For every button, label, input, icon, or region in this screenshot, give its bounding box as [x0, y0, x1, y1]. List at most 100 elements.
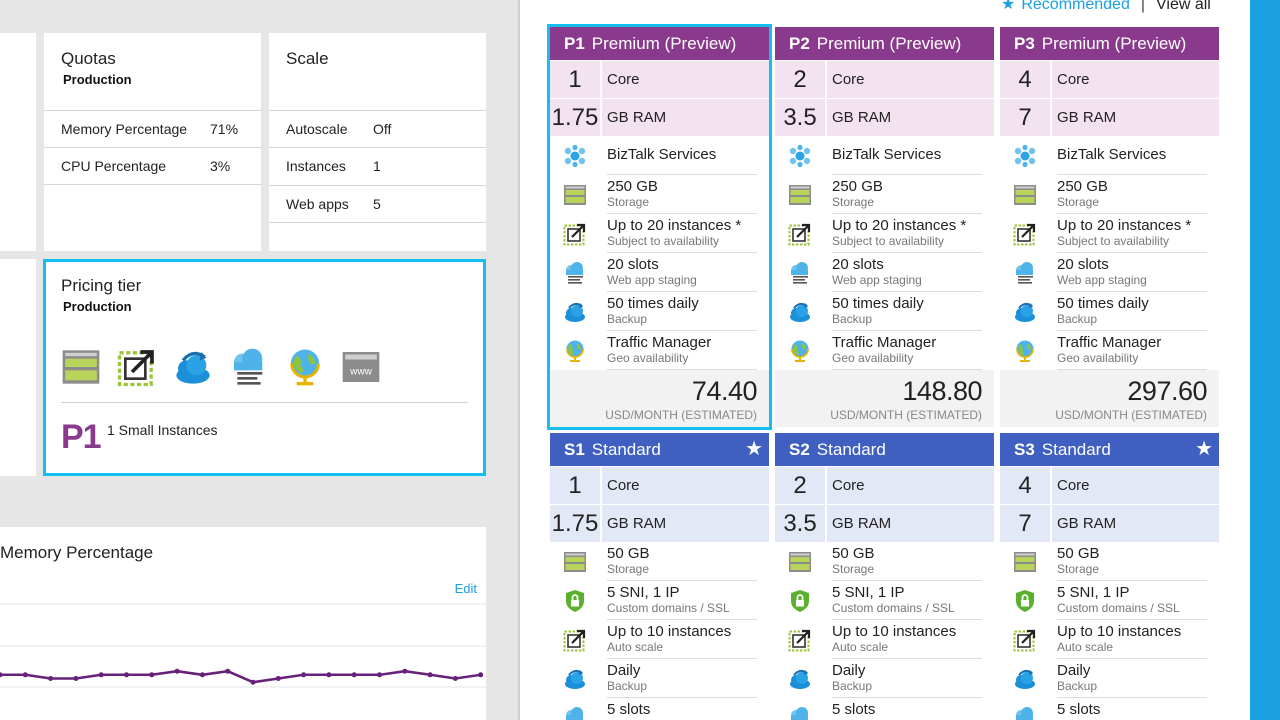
feature-subtitle: Backup — [832, 679, 873, 693]
feature-title: Daily — [832, 662, 866, 679]
scale-tile[interactable]: Scale Autoscale Off Instances 1 Web apps… — [269, 33, 486, 251]
chart-gridlines — [0, 603, 486, 688]
feature-title: Up to 20 instances * — [1057, 217, 1192, 234]
memory-data-point — [427, 672, 433, 678]
feature-title: Daily — [607, 662, 641, 679]
feature-row: 50 GB Storage — [1000, 542, 1219, 581]
feature-subtitle: Custom domains / SSL — [832, 601, 955, 615]
spec-value: 4 — [1018, 472, 1032, 499]
ssl-lock-icon — [1013, 589, 1037, 613]
spec-value: 7 — [1018, 510, 1032, 537]
scale-label: Web apps — [286, 196, 349, 212]
pricing-card-p2[interactable]: P2 Premium (Preview) 2 Core 3.5 GB RAM Bi… — [775, 27, 994, 427]
feature-subtitle: Storage — [832, 562, 875, 576]
spec-value: 1.75 — [551, 104, 599, 131]
tier-code: S2 — [789, 440, 810, 459]
spec-label: GB RAM — [832, 109, 892, 126]
spec-label: Core — [607, 477, 640, 494]
svg-text:www: www — [349, 367, 372, 378]
spec-row: 4 Core — [1000, 60, 1219, 98]
feature-row: 50 GB Storage — [550, 542, 769, 581]
feature-title: 20 slots — [607, 256, 659, 273]
scale-title: Scale — [286, 49, 329, 68]
feature-title: Up to 10 instances — [607, 623, 732, 640]
scale-out-icon — [563, 222, 587, 246]
globe-icon — [1013, 339, 1037, 363]
spec-divider — [600, 99, 602, 136]
partial-tile — [0, 33, 36, 251]
spec-label: Core — [832, 477, 865, 494]
feature-subtitle: Storage — [1057, 562, 1100, 576]
card-header: P1 Premium (Preview) — [550, 27, 769, 60]
pricing-card-s3[interactable]: S3 Standard ★ 4 Core 7 GB RAM 50 GB Stora… — [1000, 433, 1219, 720]
feature-row: BizTalk Services — [1000, 136, 1219, 175]
feature-subtitle: Subject to availability — [832, 234, 945, 248]
feature-title: 50 GB — [1057, 545, 1100, 562]
spec-value: 3.5 — [783, 510, 817, 537]
memory-chart-tile[interactable]: Memory Percentage Edit — [0, 527, 486, 720]
scale-label: Instances — [286, 158, 346, 174]
scale-value: 5 — [373, 196, 381, 212]
pricing-tier-subtitle: Production — [63, 299, 132, 314]
backup-cloud-icon — [1013, 300, 1037, 324]
separator: | — [1140, 0, 1145, 13]
spec-divider — [600, 467, 602, 504]
spec-row: 7 GB RAM — [1000, 98, 1219, 136]
spec-divider — [825, 61, 827, 98]
feature-row: 20 slots Web app staging — [1000, 253, 1219, 292]
feature-subtitle: Web app staging — [1057, 273, 1147, 287]
storage-icon — [61, 347, 101, 387]
tier-name: Premium (Preview) — [816, 34, 962, 53]
feature-row: 20 slots Web app staging — [550, 253, 769, 292]
pricing-card-s1[interactable]: S1 Standard ★ 1 Core 1.75 GB RAM 50 GB St… — [550, 433, 769, 720]
feature-title: 5 SNI, 1 IP — [832, 584, 905, 601]
memory-data-point — [301, 672, 307, 678]
storage-icon — [1013, 183, 1037, 207]
spec-divider — [1050, 505, 1052, 542]
memory-data-point — [351, 672, 357, 678]
recommended-star-icon: ★ — [1195, 438, 1213, 460]
feature-subtitle: Backup — [832, 312, 873, 326]
ssl-lock-icon — [563, 589, 587, 613]
staging-cloud-icon — [563, 261, 587, 285]
pricing-card-s2[interactable]: S2 Standard 2 Core 3.5 GB RAM 50 GB Stora… — [775, 433, 994, 720]
feature-row: Daily Backup — [550, 659, 769, 698]
storage-icon — [788, 183, 812, 207]
spec-value: 7 — [1018, 104, 1032, 131]
spec-value: 2 — [793, 472, 807, 499]
tier-name: Premium (Preview) — [1041, 34, 1187, 53]
memory-data-point — [0, 672, 3, 678]
spec-divider — [825, 467, 827, 504]
feature-subtitle: Storage — [1057, 195, 1100, 209]
feature-title: Traffic Manager — [832, 334, 937, 351]
scale-out-icon — [563, 628, 587, 652]
pricing-tier-tile[interactable]: Pricing tier Production www P1 1 Small I… — [43, 259, 486, 476]
feature-title: 50 GB — [607, 545, 650, 562]
globe-icon — [788, 339, 812, 363]
feature-row: Up to 10 instances Auto scale — [1000, 620, 1219, 659]
view-all-link[interactable]: View all — [1156, 0, 1211, 13]
spec-divider — [1050, 467, 1052, 504]
card-header: P3 Premium (Preview) — [1000, 27, 1219, 60]
spec-value: 3.5 — [783, 104, 817, 131]
edit-chart-link[interactable]: Edit — [455, 581, 477, 596]
recommended-filter[interactable]: Recommended — [1021, 0, 1130, 13]
spec-divider — [825, 99, 827, 136]
scale-row-web-apps: Web apps 5 — [269, 185, 486, 222]
price-block: 74.40 USD/MONTH (ESTIMATED) — [550, 370, 769, 427]
blade-scroll-edge[interactable] — [1250, 0, 1280, 720]
scale-out-icon — [1013, 628, 1037, 652]
tier-name: Standard — [816, 440, 886, 459]
price-amount: 74.40 — [691, 376, 758, 406]
tier-code: P3 — [1014, 34, 1035, 53]
feature-title: Traffic Manager — [1057, 334, 1162, 351]
pricing-card-p1[interactable]: P1 Premium (Preview) 1 Core 1.75 GB RAM B… — [547, 24, 772, 430]
feature-row: Up to 20 instances * Subject to availabi… — [550, 214, 769, 253]
pricing-card-p3[interactable]: P3 Premium (Preview) 4 Core 7 GB RAM BizT… — [1000, 27, 1219, 427]
memory-data-point — [22, 672, 28, 678]
spec-row: 1 Core — [550, 60, 769, 98]
quotas-tile[interactable]: Quotas Production Memory Percentage 71% … — [44, 33, 261, 251]
spec-label: GB RAM — [607, 515, 667, 532]
row-divider — [269, 222, 486, 223]
card-header: S2 Standard — [775, 433, 994, 466]
